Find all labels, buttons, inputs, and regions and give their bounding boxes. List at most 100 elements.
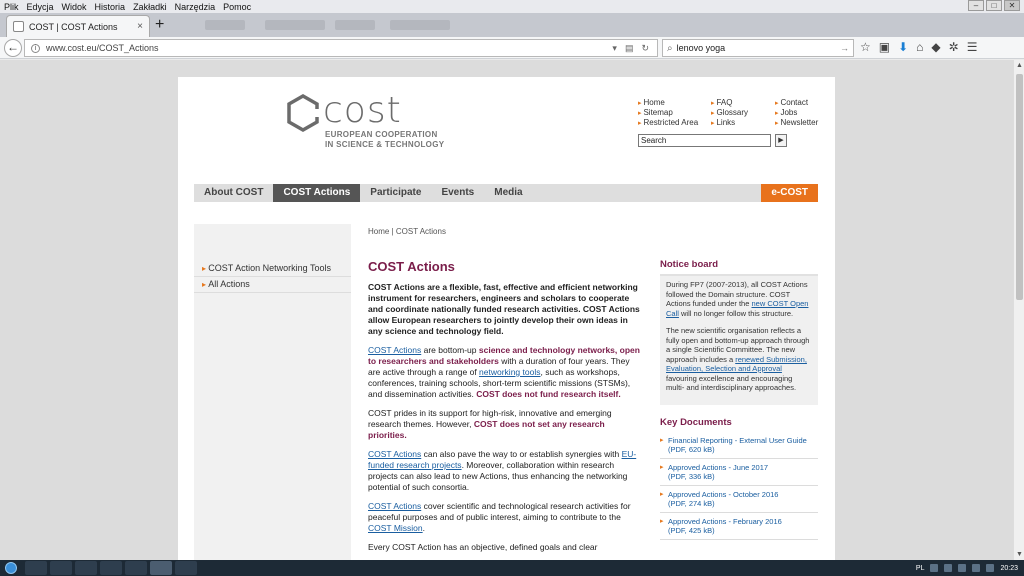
taskbar-word-icon[interactable] [100,561,122,575]
close-tab-icon[interactable]: × [137,21,143,32]
document-title[interactable]: Approved Actions - February 2016 [668,517,818,527]
new-tab-button[interactable]: + [155,17,164,33]
site-info-icon[interactable]: i [31,43,40,53]
download-icon[interactable]: ⬇ [898,40,908,54]
taskbar-pdf-icon[interactable] [175,561,197,575]
paragraph-objective: Every COST Action has an objective, defi… [368,542,598,552]
menu-edit[interactable]: Edycja [23,2,58,12]
menu-bookmarks[interactable]: Zakładki [129,2,171,12]
sidebar-item-networking-tools[interactable]: COST Action Networking Tools [194,261,351,277]
favicon-icon [13,21,24,32]
browser-search-box[interactable]: ⌕ lenovo yoga → [662,39,854,57]
main-navigation: About COST COST Actions Participate Even… [194,184,818,202]
ghost-tab-placeholder [390,20,450,30]
clipboard-icon[interactable]: ▣ [879,40,890,54]
menu-tools[interactable]: Narzędzia [171,2,220,12]
taskbar-firefox-icon[interactable] [150,561,172,575]
reader-view-icon[interactable]: ▤ [625,43,634,54]
back-button[interactable]: ← [4,39,22,57]
pocket-icon[interactable]: ◆ [931,40,940,54]
link-contact[interactable]: Contact [775,98,845,107]
maximize-icon[interactable]: □ [986,0,1002,11]
cost-actions-link[interactable]: COST Actions [368,449,421,459]
cost-actions-link[interactable]: COST Actions [368,501,421,511]
url-text: www.cost.eu/COST_Actions [46,43,159,53]
link-restricted-area[interactable]: Restricted Area [638,118,711,127]
cost-mission-link[interactable]: COST Mission [368,523,423,533]
close-window-icon[interactable]: ✕ [1004,0,1020,11]
browser-search-value: lenovo yoga [676,43,726,53]
site-search-button[interactable]: ▶ [775,134,787,147]
url-bar[interactable]: i www.cost.eu/COST_Actions ▾ ▤ ↻ [24,39,658,57]
link-jobs[interactable]: Jobs [775,108,845,117]
tab-title: COST | COST Actions [29,21,118,32]
taskbar-notes-icon[interactable] [125,561,147,575]
link-glossary[interactable]: Glossary [711,108,775,117]
vertical-scrollbar[interactable]: ▲ ▼ [1013,60,1024,560]
minimize-icon[interactable]: – [968,0,984,11]
notice-paragraph: During FP7 (2007-2013), all COST Actions… [666,280,812,318]
nav-participate[interactable]: Participate [360,184,431,202]
link-faq[interactable]: FAQ [711,98,775,107]
ghost-tab-placeholder [205,20,245,30]
link-newsletter[interactable]: Newsletter [775,118,845,127]
tab-strip: COST | COST Actions × + [0,13,1024,37]
document-item[interactable]: Approved Actions - February 2016 (PDF, 4… [660,513,818,540]
bookmark-star-icon[interactable]: ☆ [860,40,871,54]
tray-icon[interactable] [930,564,939,572]
tab-cost-actions[interactable]: COST | COST Actions × [6,15,150,37]
clock[interactable]: 20:23 [1000,565,1018,572]
document-item[interactable]: Approved Actions - June 2017 (PDF, 336 k… [660,459,818,486]
nav-events[interactable]: Events [431,184,484,202]
navigation-bar: ← i www.cost.eu/COST_Actions ▾ ▤ ↻ ⌕ len… [0,37,1024,59]
notice-board: During FP7 (2007-2013), all COST Actions… [660,274,818,405]
extension-icon[interactable]: ✲ [949,40,959,54]
language-indicator[interactable]: PL [916,565,925,572]
network-icon[interactable] [972,564,981,572]
taskbar-chrome-icon[interactable] [75,561,97,575]
document-title[interactable]: Financial Reporting - External User Guid… [668,436,818,446]
menu-view[interactable]: Widok [58,2,91,12]
document-item[interactable]: Financial Reporting - External User Guid… [660,432,818,459]
nav-about-cost[interactable]: About COST [194,184,273,202]
nav-media[interactable]: Media [484,184,532,202]
menu-file[interactable]: Plik [0,2,23,12]
link-links[interactable]: Links [711,118,775,127]
tray-icon[interactable] [944,564,953,572]
paragraph-mission: COST Actions cover scientific and techno… [368,501,644,534]
page-content: cost EUROPEAN COOPERATION IN SCIENCE & T… [178,77,835,560]
menu-history[interactable]: Historia [91,2,130,12]
taskbar-explorer-icon[interactable] [25,561,47,575]
scrollbar-thumb[interactable] [1016,74,1023,300]
link-home[interactable]: Home [638,98,711,107]
networking-tools-link[interactable]: networking tools [479,367,540,377]
scroll-up-icon[interactable]: ▲ [1015,62,1024,69]
notice-board-title: Notice board [660,259,719,270]
breadcrumb: Home | COST Actions [368,227,446,236]
menu-help[interactable]: Pomoc [219,2,255,12]
sidebar-item-all-actions[interactable]: All Actions [194,277,351,293]
scroll-down-icon[interactable]: ▼ [1015,551,1024,558]
document-title[interactable]: Approved Actions - June 2017 [668,463,818,473]
dropdown-icon[interactable]: ▾ [612,43,617,54]
cost-logo[interactable]: cost EUROPEAN COOPERATION IN SCIENCE & T… [285,93,445,155]
ghost-tab-placeholder [265,20,325,30]
document-title[interactable]: Approved Actions - October 2016 [668,490,818,500]
search-icon: ⌕ [667,42,673,54]
tray-icon[interactable] [958,564,967,572]
cost-actions-link[interactable]: COST Actions [368,345,421,355]
taskbar-media-icon[interactable] [50,561,72,575]
document-item[interactable]: Approved Actions - October 2016 (PDF, 27… [660,486,818,513]
ecost-button[interactable]: e-COST [761,184,818,202]
system-tray: PL 20:23 [916,560,1018,576]
nav-cost-actions[interactable]: COST Actions [273,184,361,202]
ghost-tab-placeholder [335,20,375,30]
volume-icon[interactable] [986,564,995,572]
link-sitemap[interactable]: Sitemap [638,108,711,117]
menu-icon[interactable]: ☰ [967,40,978,54]
reload-icon[interactable]: ↻ [641,43,649,54]
start-button[interactable] [0,560,22,576]
home-icon[interactable]: ⌂ [916,40,923,54]
search-go-icon[interactable]: → [840,43,849,53]
site-search-input[interactable]: Search [638,134,771,147]
